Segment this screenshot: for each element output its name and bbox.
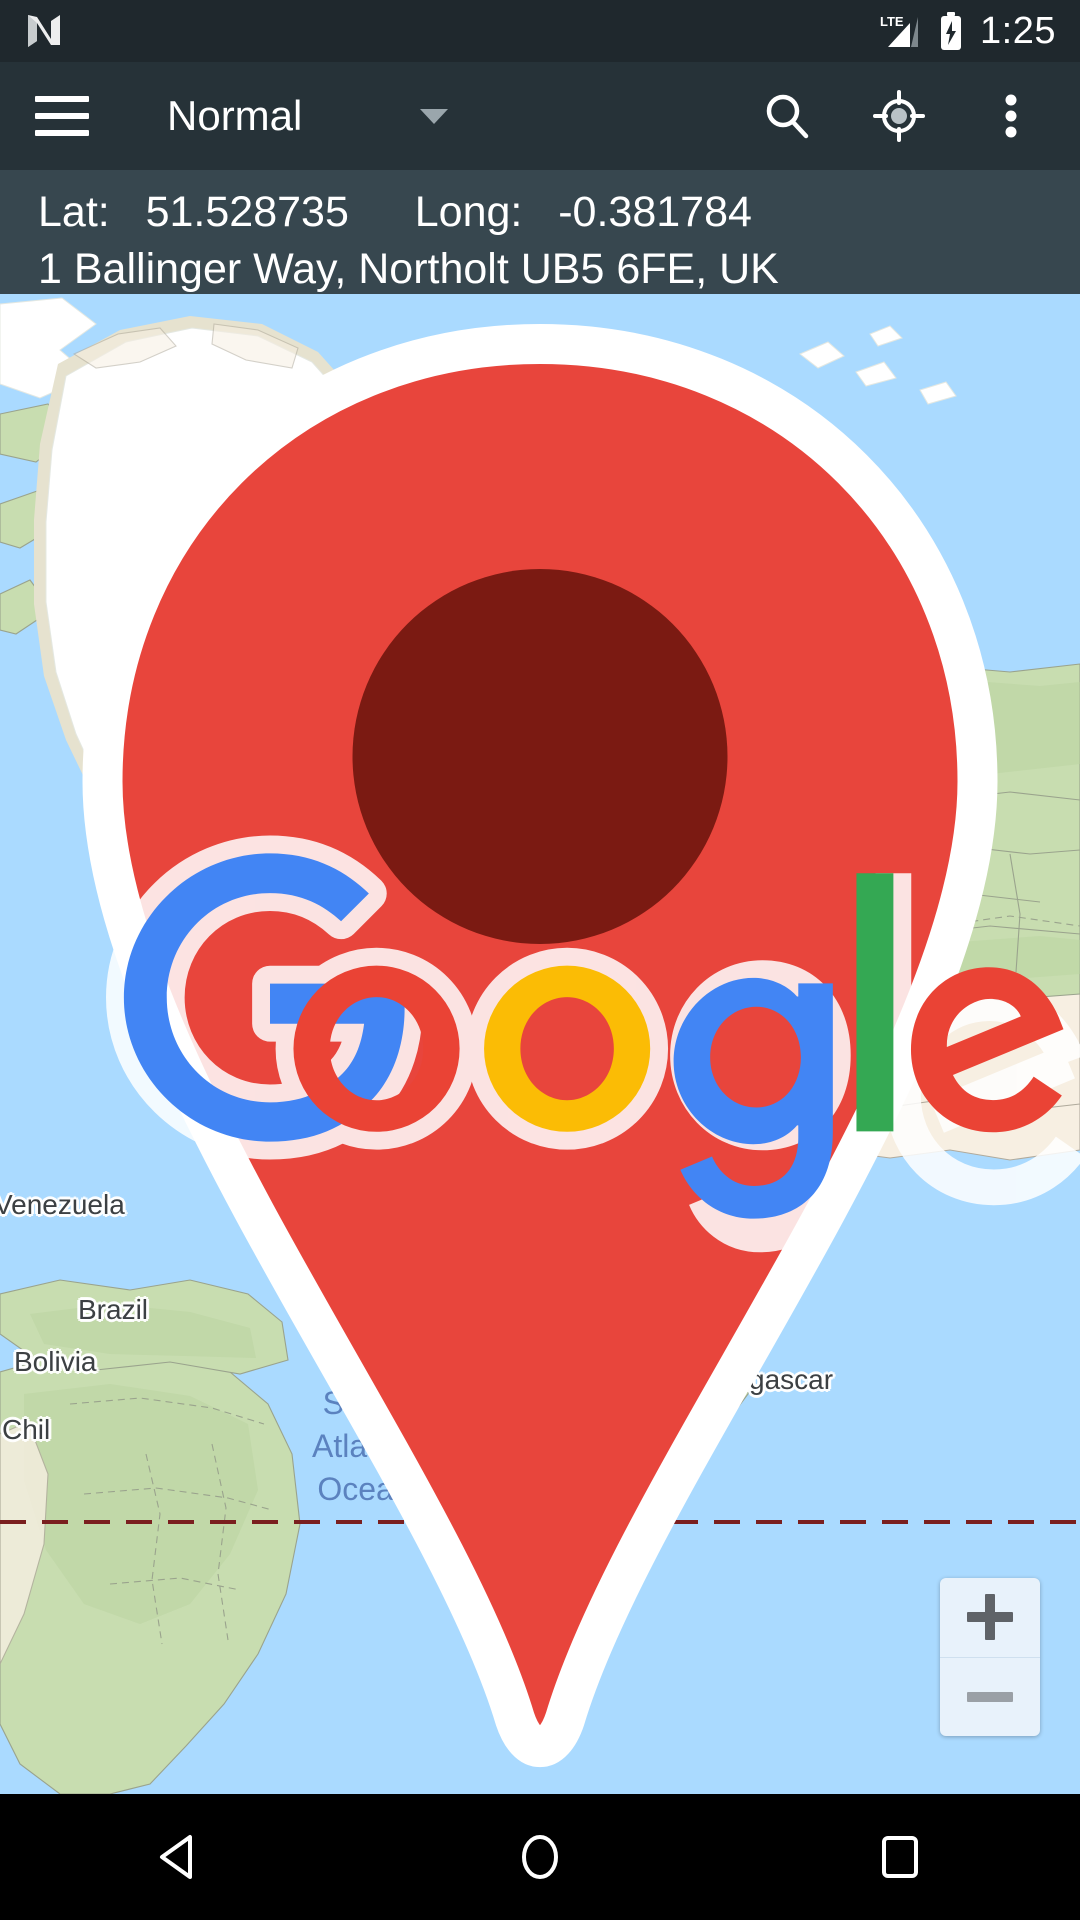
hamburger-menu-icon[interactable] (35, 96, 89, 136)
map-type-label: Normal (167, 92, 303, 139)
android-n-logo-icon (28, 15, 60, 47)
search-icon[interactable] (760, 89, 814, 143)
lte-signal-icon: LTE (880, 14, 919, 47)
svg-text:LTE: LTE (880, 14, 904, 29)
latitude-value: 51.528735 (145, 188, 349, 236)
recents-square-icon (882, 1836, 918, 1878)
map-type-spinner[interactable]: Normal (167, 92, 449, 140)
longitude-value: -0.381784 (558, 188, 752, 236)
back-button[interactable] (120, 1812, 240, 1902)
latitude-label: Lat: (38, 188, 110, 236)
status-bar: LTE 1:25 (0, 0, 1080, 62)
phone-screen: LTE 1:25 Normal Lat: 51.528735 Long: -0.… (0, 0, 1080, 1920)
coordinates-row: Lat: 51.528735 Long: -0.381784 (38, 184, 1042, 240)
status-bar-right: LTE 1:25 (880, 10, 1056, 53)
more-vert-icon[interactable] (984, 89, 1038, 143)
chevron-down-icon (420, 108, 449, 124)
back-triangle-icon (160, 1835, 192, 1879)
app-toolbar: Normal (0, 62, 1080, 170)
my-location-icon[interactable] (872, 89, 926, 143)
google-attribution-logo (106, 835, 1080, 1253)
status-bar-clock: 1:25 (980, 9, 1056, 52)
home-circle-icon (522, 1835, 558, 1879)
home-button[interactable] (480, 1812, 600, 1902)
address-text: 1 Ballinger Way, Northolt UB5 6FE, UK (38, 245, 779, 293)
android-nav-bar (0, 1794, 1080, 1920)
hamburger-bar (35, 130, 89, 136)
battery-charging-icon (941, 12, 962, 50)
hamburger-bar (35, 113, 89, 119)
map-canvas[interactable]: .land { fill:#c8ddb0; stroke:#9aa38d; st… (0, 294, 1080, 1794)
status-bar-left (24, 11, 64, 51)
location-info-panel: Lat: 51.528735 Long: -0.381784 1 Balling… (0, 170, 1080, 294)
toolbar-actions (760, 89, 1080, 143)
hamburger-bar (35, 96, 89, 102)
recents-button[interactable] (840, 1812, 960, 1902)
longitude-label: Long: (414, 188, 523, 236)
